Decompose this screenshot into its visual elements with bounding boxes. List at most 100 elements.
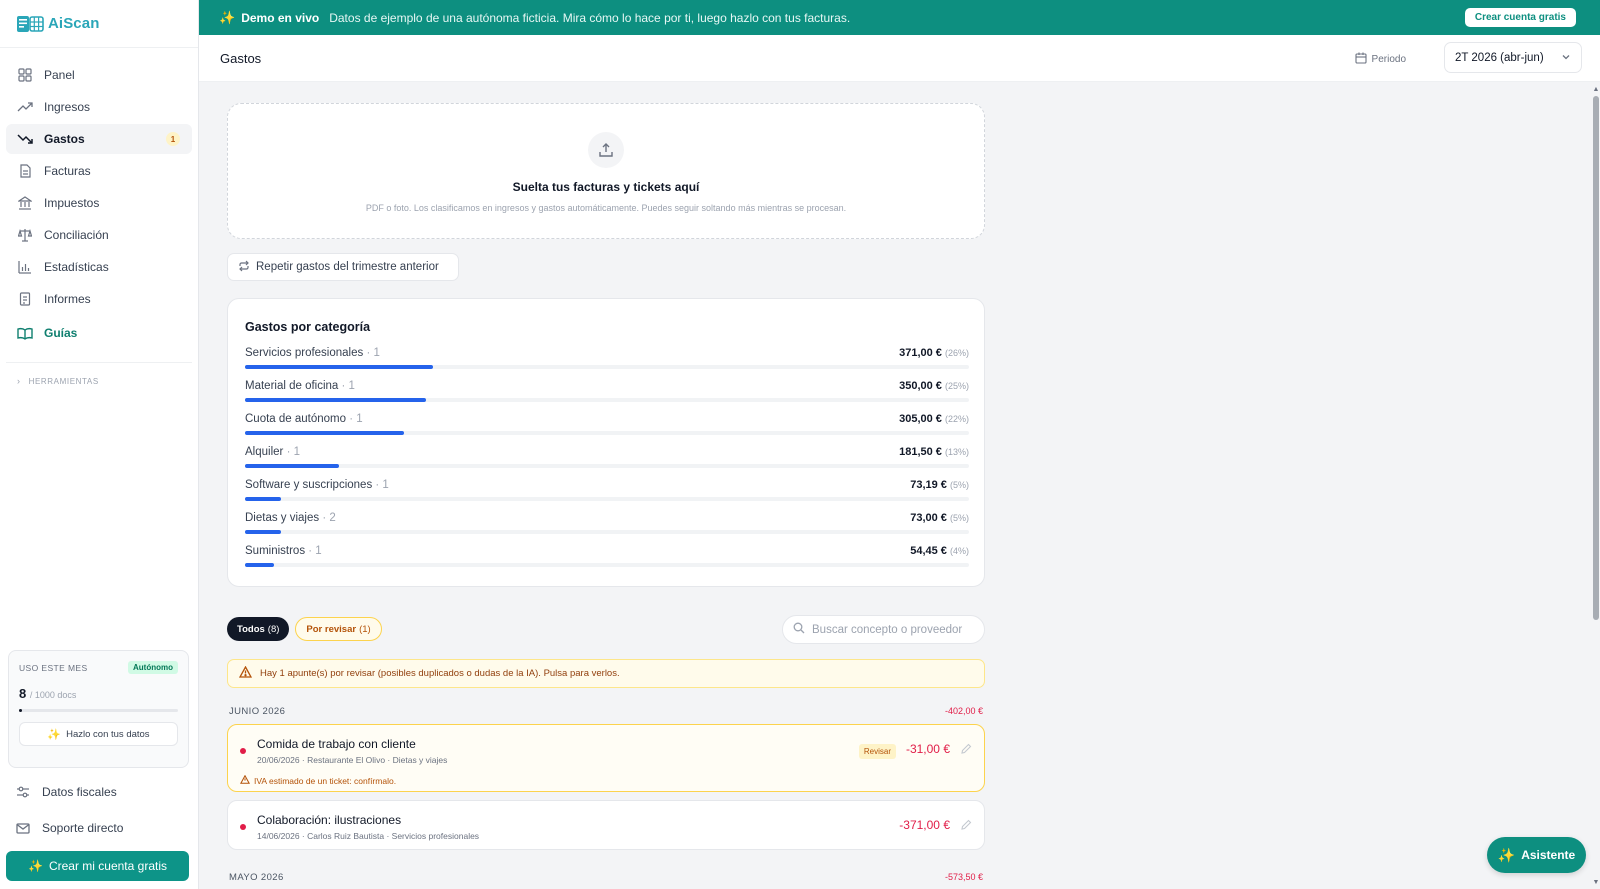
tools-section-toggle[interactable]: › HERRAMIENTAS [0, 373, 198, 389]
create-account-button[interactable]: ✨ Crear mi cuenta gratis [6, 851, 189, 881]
logo[interactable]: AiScan [0, 0, 198, 48]
tab-label: Todos [237, 623, 265, 635]
month-label: MAYO 2026 [229, 872, 284, 883]
pencil-icon[interactable] [960, 742, 972, 760]
search-input[interactable]: Buscar concepto o proveedor [782, 615, 985, 644]
banner-text: Datos de ejemplo de una autónoma fictici… [329, 10, 851, 25]
expense-note-text: IVA estimado de un ticket: confírmalo. [254, 775, 397, 786]
sidebar-item-panel[interactable]: Panel [6, 60, 192, 90]
category-name-text: Dietas y viajes [245, 512, 320, 524]
search-icon [793, 622, 805, 637]
card-title: Gastos por categoría [245, 320, 371, 334]
expense-item[interactable]: Comida de trabajo con cliente 20/06/2026… [227, 724, 985, 792]
tab-all[interactable]: Todos (8) [227, 617, 290, 641]
category-row[interactable]: Material de oficina · 1 350,00 € (25%) [245, 380, 969, 414]
category-percent: (25%) [944, 381, 969, 391]
category-bar-track [245, 365, 969, 369]
trending-up-icon [17, 99, 33, 115]
expense-details: 20/06/2026 · Restaurante El Olivo · Diet… [257, 755, 448, 765]
category-name-text: Alquiler [245, 446, 284, 458]
expense-title: Colaboración: ilustraciones [257, 813, 402, 827]
button-label: Repetir gastos del trimestre anterior [256, 261, 439, 273]
scrollbar-thumb[interactable] [1593, 96, 1599, 620]
category-amount: 54,45 € (4%) [910, 545, 969, 557]
category-name: Software y suscripciones · 1 [245, 479, 389, 491]
usage-count-value: 8 [19, 686, 27, 701]
tab-count: (1) [359, 623, 371, 635]
sparkles-icon: ✨ [47, 728, 62, 741]
review-alert[interactable]: Hay 1 apunte(s) por revisar (posibles du… [227, 659, 985, 688]
tab-label: Por revisar [306, 623, 357, 635]
report-icon [17, 291, 33, 307]
category-row[interactable]: Software y suscripciones · 1 73,19 € (5%… [245, 479, 969, 513]
category-name-text: Material de oficina [245, 380, 339, 392]
scrollbar[interactable]: ▲ ▼ [1592, 82, 1600, 889]
dropzone-subtitle: PDF o foto. Los clasificamos en ingresos… [365, 203, 847, 213]
category-row[interactable]: Suministros · 1 54,45 € (4%) [245, 545, 969, 579]
bank-icon [17, 195, 33, 211]
warning-icon [239, 774, 251, 786]
period-select[interactable]: 2T 2026 (abr-jun) [1444, 42, 1582, 73]
sidebar-item-ingresos[interactable]: Ingresos [6, 92, 192, 122]
support-link[interactable]: Soporte directo [16, 821, 123, 835]
expense-note: IVA estimado de un ticket: confírmalo. [239, 774, 397, 786]
book-icon [17, 325, 33, 341]
sidebar-item-impuestos[interactable]: Impuestos [6, 188, 192, 218]
fiscal-data-link[interactable]: Datos fiscales [16, 785, 117, 799]
sparkles-icon: ✨ [28, 859, 43, 873]
sidebar-item-informes[interactable]: Informes [6, 284, 192, 314]
page-header: Gastos Periodo 2T 2026 (abr-jun) [199, 35, 1600, 82]
expense-title: Comida de trabajo con cliente [257, 737, 416, 751]
category-name: Material de oficina · 1 [245, 380, 355, 392]
divider [6, 362, 192, 363]
review-badge[interactable]: Revisar [858, 744, 896, 759]
sidebar-item-estadisticas[interactable]: Estadísticas [6, 252, 192, 282]
assistant-button[interactable]: ✨ Asistente [1487, 837, 1586, 873]
assistant-label: Asistente [1521, 848, 1576, 862]
scroll-up-arrow-icon[interactable]: ▲ [1592, 86, 1600, 94]
category-bar-track [245, 530, 969, 534]
period-label-text: Periodo [1371, 54, 1406, 65]
category-bar-fill [245, 431, 404, 435]
chevron-down-icon [1561, 52, 1571, 65]
sidebar-item-conciliacion[interactable]: Conciliación [6, 220, 192, 250]
sidebar-item-guias[interactable]: Guías [6, 318, 192, 348]
category-amount: 305,00 € (22%) [899, 413, 969, 425]
category-count: · 1 [286, 446, 300, 458]
category-row[interactable]: Alquiler · 1 181,50 € (13%) [245, 446, 969, 480]
category-amount-value: 350,00 € [899, 380, 942, 392]
tab-count: (8) [267, 623, 280, 635]
usage-count-total: / 1000 docs [29, 690, 77, 700]
review-count-badge: 1 [166, 132, 180, 146]
page-title: Gastos [220, 51, 262, 66]
month-header: JUNIO 2026 -402,00 € [229, 706, 983, 717]
category-name: Dietas y viajes · 2 [245, 512, 336, 524]
month-label: JUNIO 2026 [229, 706, 286, 717]
category-amount-value: 371,00 € [899, 347, 942, 359]
mail-icon [16, 822, 32, 834]
category-bar-track [245, 563, 969, 567]
scroll-down-arrow-icon[interactable]: ▼ [1592, 879, 1600, 887]
tab-to-review[interactable]: Por revisar (1) [295, 617, 382, 641]
category-amount: 350,00 € (25%) [899, 380, 969, 392]
month-total: -573,50 € [944, 872, 983, 882]
category-amount-value: 54,45 € [910, 545, 947, 557]
sidebar-item-gastos[interactable]: Gastos 1 [6, 124, 192, 154]
sidebar-item-facturas[interactable]: Facturas [6, 156, 192, 186]
pencil-icon[interactable] [960, 818, 972, 836]
banner-create-account-button[interactable]: Crear cuenta gratis [1464, 8, 1576, 27]
category-row[interactable]: Cuota de autónomo · 1 305,00 € (22%) [245, 413, 969, 447]
alert-text: Hay 1 apunte(s) por revisar (posibles du… [260, 668, 620, 679]
support-label: Soporte directo [42, 821, 124, 835]
repeat-expenses-button[interactable]: Repetir gastos del trimestre anterior [227, 253, 459, 281]
expense-status-dot [240, 748, 246, 754]
usage-progress-bar [19, 709, 178, 712]
expense-item[interactable]: Colaboración: ilustraciones 14/06/2026 ·… [227, 800, 985, 850]
period-value: 2T 2026 (abr-jun) [1455, 51, 1544, 64]
search-placeholder: Buscar concepto o proveedor [812, 623, 963, 636]
category-row[interactable]: Servicios profesionales · 1 371,00 € (26… [245, 347, 969, 381]
try-with-your-data-button[interactable]: ✨ Hazlo con tus datos [19, 722, 178, 746]
upload-dropzone[interactable]: Suelta tus facturas y tickets aquí PDF o… [227, 103, 985, 239]
category-row[interactable]: Dietas y viajes · 2 73,00 € (5%) [245, 512, 969, 546]
category-amount-value: 305,00 € [899, 413, 942, 425]
